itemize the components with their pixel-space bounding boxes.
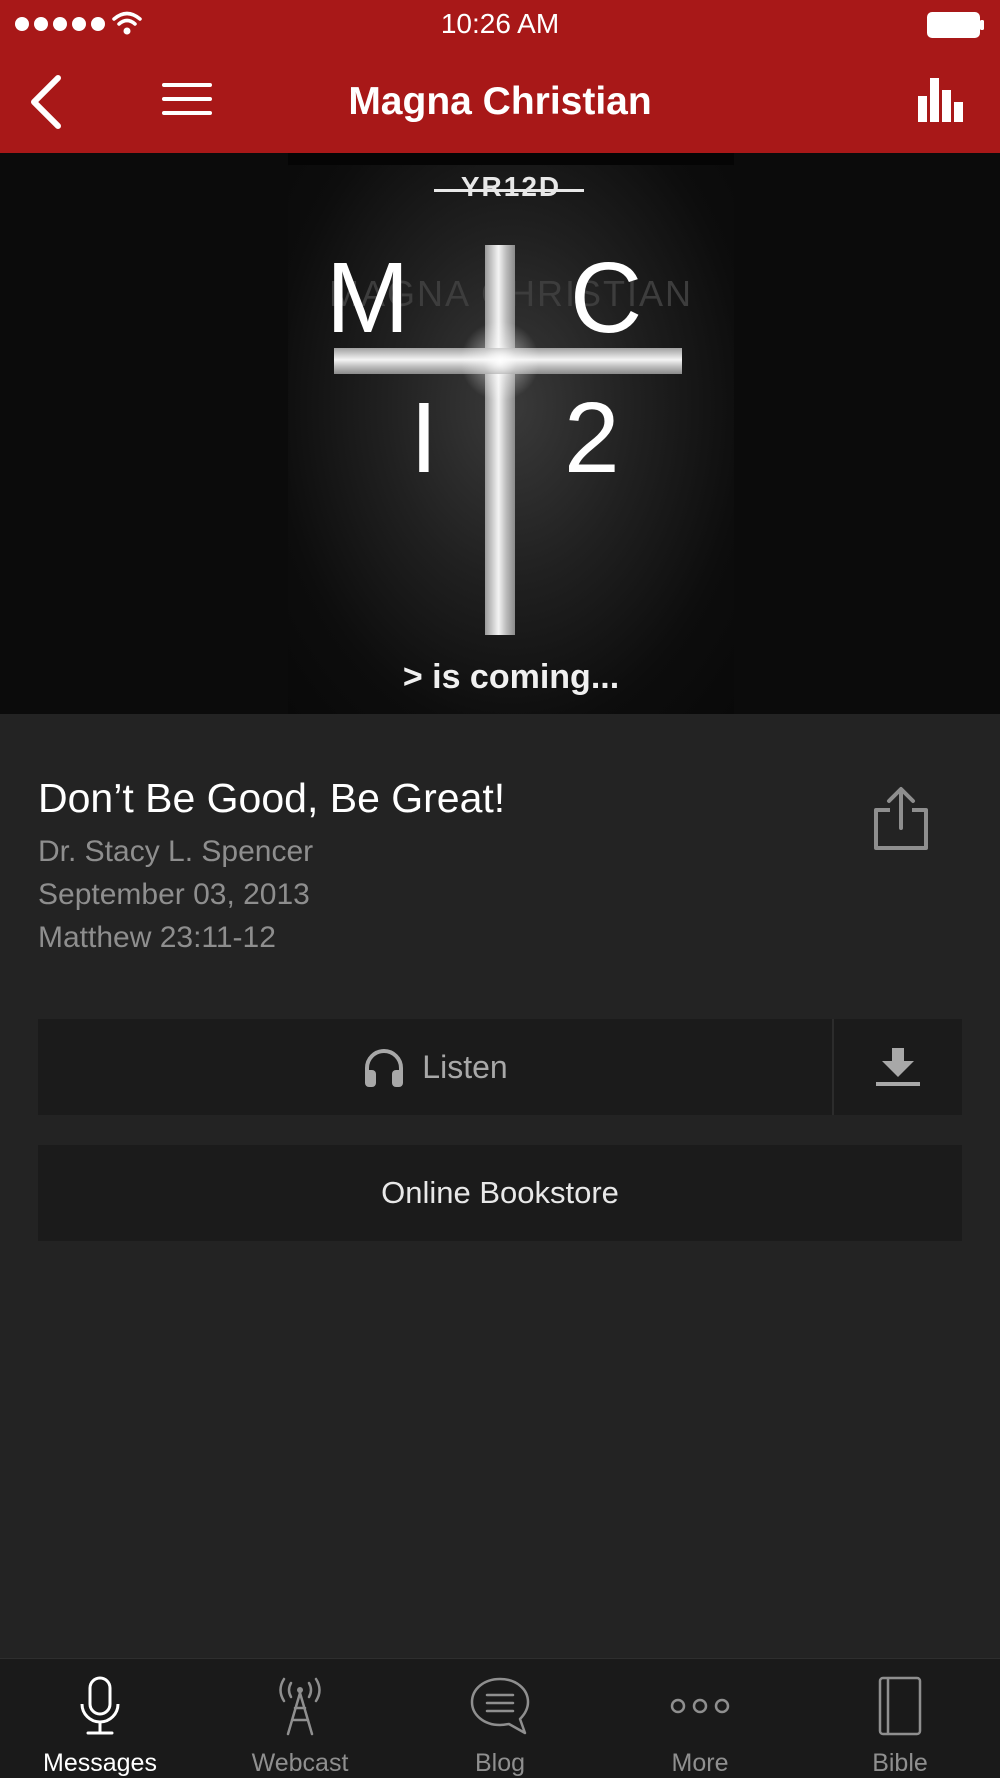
banner-top-text: YR12D bbox=[460, 171, 562, 202]
tab-label: Bible bbox=[872, 1749, 928, 1777]
microphone-icon bbox=[80, 1676, 120, 1735]
chat-bubble-icon bbox=[470, 1677, 530, 1735]
banner-letter-2: 2 bbox=[564, 382, 620, 494]
sermon-speaker: Dr. Stacy L. Spencer bbox=[38, 835, 314, 868]
tab-more[interactable]: More bbox=[600, 1659, 800, 1778]
antenna-icon bbox=[279, 1677, 321, 1736]
cross-glow bbox=[460, 321, 540, 401]
banner-letter-m: M bbox=[326, 242, 410, 354]
banner-strike-line bbox=[434, 189, 584, 192]
banner-letter-i: I bbox=[410, 382, 438, 494]
cross-vertical-beam bbox=[485, 245, 515, 635]
sermon-title: Don’t Be Good, Be Great! bbox=[38, 775, 506, 821]
tab-label: Blog bbox=[474, 1749, 526, 1777]
banner-bottom-text: > is coming... bbox=[402, 658, 620, 696]
download-button[interactable] bbox=[834, 1019, 962, 1115]
status-time: 10:26 AM bbox=[440, 8, 560, 39]
sermon-banner: YR12D MAGNA CHRISTIAN M C I 2 > is comin… bbox=[0, 153, 1000, 714]
tab-label: Webcast bbox=[251, 1749, 349, 1777]
status-bar: 10:26 AM bbox=[0, 0, 1000, 50]
page-title: Magna Christian bbox=[348, 80, 652, 123]
header: 10:26 AM Magna Christian bbox=[0, 0, 1000, 153]
tab-webcast[interactable]: Webcast bbox=[200, 1659, 400, 1778]
listen-row: Listen bbox=[38, 1019, 962, 1115]
battery-icon bbox=[927, 12, 984, 38]
sermon-date: September 03, 2013 bbox=[38, 878, 310, 911]
tab-label: Messages bbox=[43, 1749, 157, 1777]
tab-bar: Messages Webcast Blog More Bible bbox=[0, 1658, 1000, 1778]
listen-button[interactable]: Listen bbox=[38, 1019, 832, 1115]
nav-bar: Magna Christian bbox=[0, 50, 1000, 153]
headphones-icon bbox=[365, 1049, 404, 1087]
bar-chart-icon[interactable] bbox=[916, 76, 966, 124]
listen-label: Listen bbox=[422, 1048, 508, 1085]
banner-letter-c: C bbox=[570, 242, 643, 354]
tab-bible[interactable]: Bible bbox=[800, 1659, 1000, 1778]
sermon-scripture: Matthew 23:11-12 bbox=[38, 921, 276, 954]
tab-label: More bbox=[671, 1749, 729, 1777]
share-button[interactable] bbox=[870, 786, 932, 852]
tab-messages[interactable]: Messages bbox=[0, 1659, 200, 1778]
book-icon bbox=[878, 1676, 922, 1736]
banner-artwork: YR12D MAGNA CHRISTIAN M C I 2 > is comin… bbox=[288, 153, 734, 714]
online-bookstore-button[interactable]: Online Bookstore bbox=[38, 1145, 962, 1241]
tab-blog[interactable]: Blog bbox=[400, 1659, 600, 1778]
more-dots-icon bbox=[670, 1698, 730, 1714]
download-icon bbox=[876, 1048, 920, 1086]
